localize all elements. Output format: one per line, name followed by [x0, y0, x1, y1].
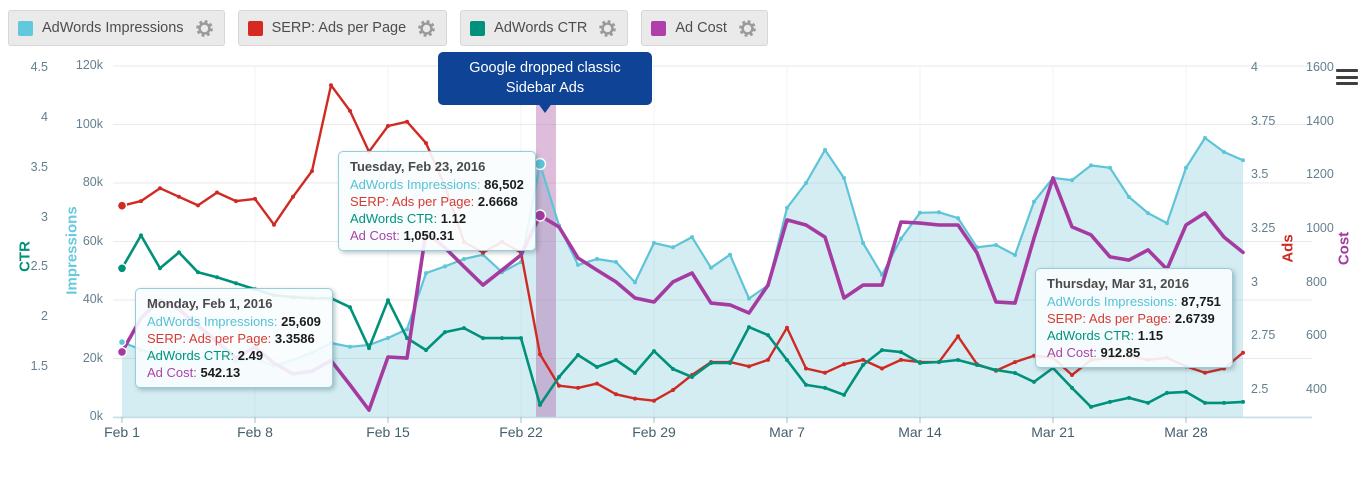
- gear-icon[interactable]: [738, 19, 757, 38]
- tooltip-row: SERP: Ads per Page: 2.6739: [1047, 310, 1221, 327]
- axis-title-ctr: CTR: [17, 197, 34, 317]
- chart-tooltip: Thursday, Mar 31, 2016AdWords Impression…: [1035, 268, 1233, 368]
- legend-swatch: [248, 21, 263, 36]
- gear-icon[interactable]: [598, 19, 617, 38]
- chart-plot-area[interactable]: [0, 0, 1366, 481]
- annotation-flag: Google dropped classic Sidebar Ads: [438, 52, 652, 105]
- tooltip-row: AdWords CTR: 1.12: [350, 210, 524, 227]
- gear-icon[interactable]: [195, 19, 214, 38]
- gear-icon[interactable]: [417, 19, 436, 38]
- hamburger-icon: [1336, 69, 1358, 72]
- analytics-chart-panel: AdWords Impressions SERP: Ads per Page AdW…: [0, 0, 1366, 481]
- axis-title-impressions: Impressions: [64, 191, 81, 311]
- legend-chip-serp-ads-per-page[interactable]: SERP: Ads per Page: [238, 10, 448, 46]
- legend-swatch: [18, 21, 33, 36]
- legend-chip-adwords-impressions[interactable]: AdWords Impressions: [8, 10, 225, 46]
- tooltip-row: AdWords CTR: 1.15: [1047, 327, 1221, 344]
- axis-title-ads: Ads: [1280, 189, 1297, 309]
- legend-label: SERP: Ads per Page: [272, 20, 407, 36]
- tooltip-row: AdWords Impressions: 87,751: [1047, 293, 1221, 310]
- tooltip-row: AdWords CTR: 2.49: [147, 347, 321, 364]
- chart-menu-button[interactable]: [1336, 69, 1358, 89]
- chart-tooltip: Tuesday, Feb 23, 2016AdWords Impressions…: [338, 151, 536, 251]
- annotation-arrow: [537, 102, 553, 121]
- tooltip-row: Ad Cost: 1,050.31: [350, 227, 524, 244]
- tooltip-date: Tuesday, Feb 23, 2016: [350, 158, 524, 175]
- legend-label: Ad Cost: [675, 20, 727, 36]
- chart-tooltip: Monday, Feb 1, 2016AdWords Impressions: …: [135, 288, 333, 388]
- tooltip-date: Thursday, Mar 31, 2016: [1047, 275, 1221, 292]
- axis-title-cost: Cost: [1336, 189, 1353, 309]
- legend-label: AdWords Impressions: [42, 20, 184, 36]
- tooltip-row: AdWords Impressions: 86,502: [350, 176, 524, 193]
- tooltip-row: Ad Cost: 542.13: [147, 364, 321, 381]
- legend-label: AdWords CTR: [494, 20, 587, 36]
- tooltip-row: SERP: Ads per Page: 2.6668: [350, 193, 524, 210]
- tooltip-row: SERP: Ads per Page: 3.3586: [147, 330, 321, 347]
- legend-chip-ad-cost[interactable]: Ad Cost: [641, 10, 768, 46]
- tooltip-row: Ad Cost: 912.85: [1047, 344, 1221, 361]
- legend-swatch: [470, 21, 485, 36]
- tooltip-row: AdWords Impressions: 25,609: [147, 313, 321, 330]
- legend-chip-adwords-ctr[interactable]: AdWords CTR: [460, 10, 628, 46]
- tooltip-date: Monday, Feb 1, 2016: [147, 295, 321, 312]
- chart-legend: AdWords Impressions SERP: Ads per Page AdW…: [8, 10, 768, 46]
- legend-swatch: [651, 21, 666, 36]
